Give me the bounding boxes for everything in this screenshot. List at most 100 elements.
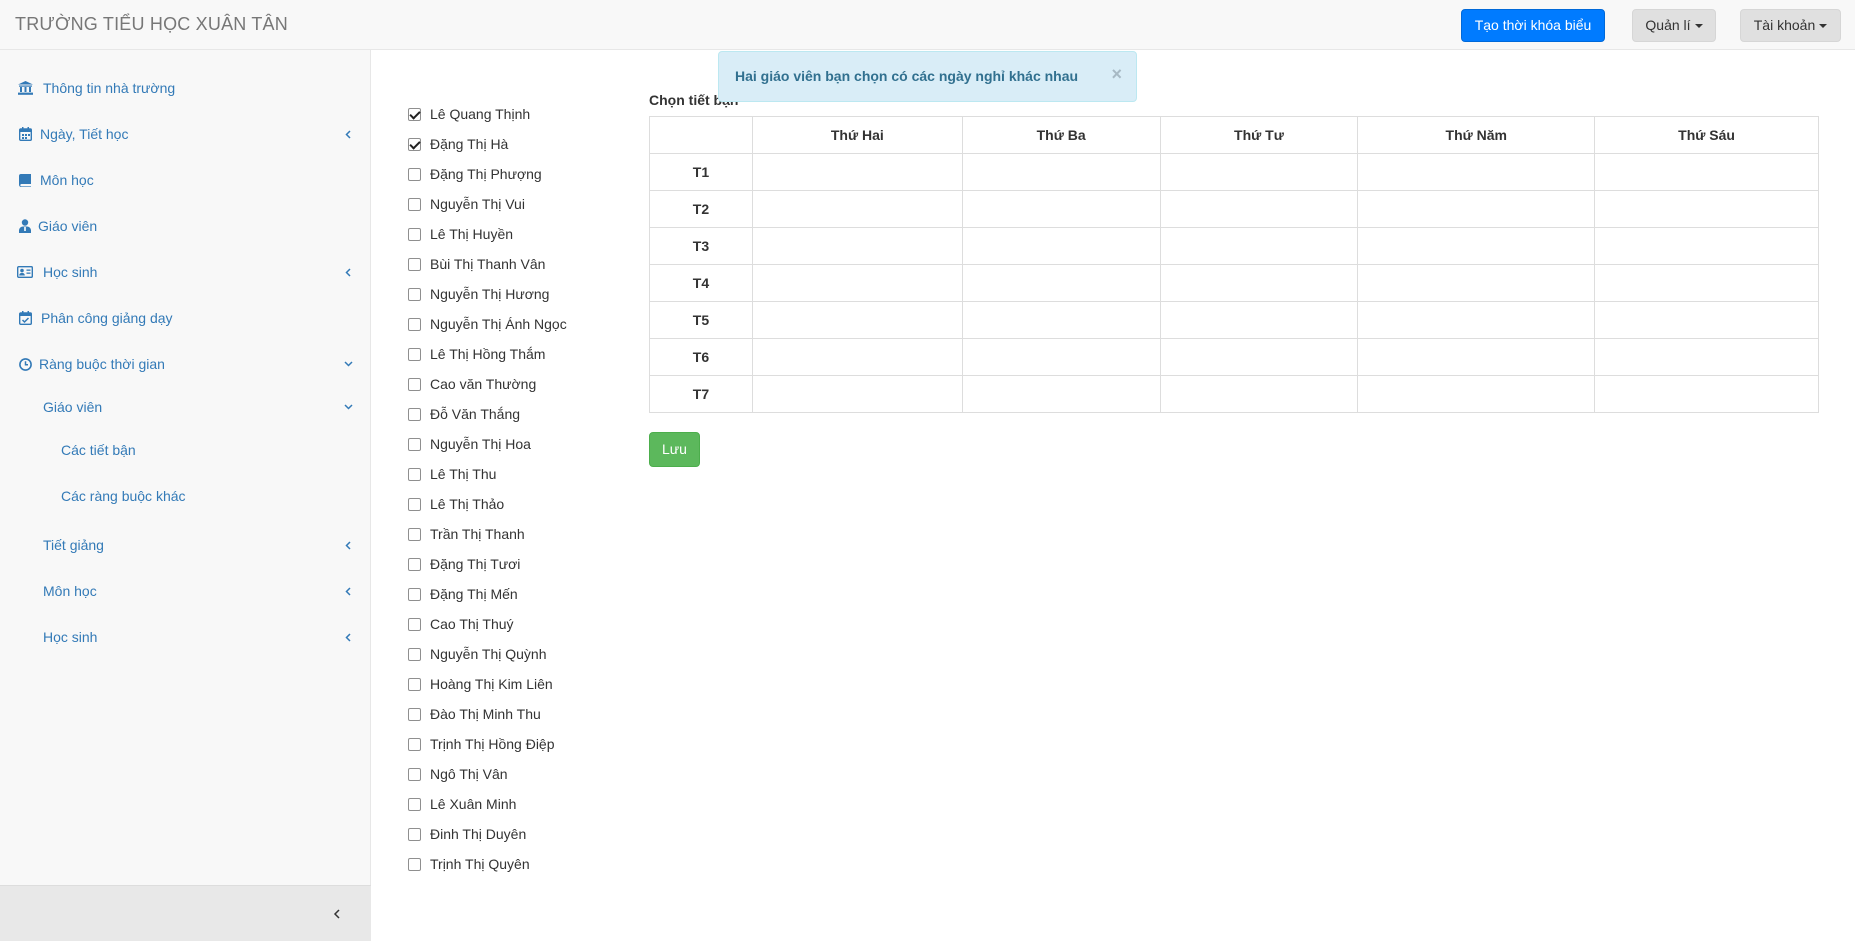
teacher-checkbox-row[interactable]: Đặng Thị Phượng [408,159,608,189]
teacher-checkbox[interactable] [408,587,421,601]
period-cell[interactable] [961,153,1161,191]
teacher-checkbox-row[interactable]: Lê Xuân Minh [408,789,608,819]
teacher-checkbox[interactable] [408,467,421,481]
teacher-checkbox[interactable] [408,317,421,331]
sidebar-subitem-subjects[interactable]: Môn học [0,573,371,609]
teacher-checkbox[interactable] [408,347,421,361]
teacher-checkbox[interactable] [408,167,421,181]
period-cell[interactable] [751,153,963,191]
teacher-checkbox-row[interactable]: Đinh Thị Duyên [408,819,608,849]
teacher-checkbox-row[interactable]: Đỗ Văn Thắng [408,399,608,429]
sidebar-item-school-info[interactable]: Thông tin nhà trường [0,70,371,106]
period-cell[interactable] [1357,301,1596,339]
sidebar-item-subjects[interactable]: Môn học [0,162,371,198]
teacher-checkbox-row[interactable]: Cao Thị Thuý [408,609,608,639]
period-cell[interactable] [1159,338,1359,376]
teacher-checkbox-row[interactable]: Hoàng Thị Kim Liên [408,669,608,699]
teacher-checkbox[interactable] [408,707,421,721]
period-cell[interactable] [1594,227,1819,265]
period-cell[interactable] [961,338,1161,376]
account-dropdown[interactable]: Tài khoản [1740,9,1841,42]
teacher-checkbox-row[interactable]: Nguyễn Thị Hương [408,279,608,309]
teacher-checkbox[interactable] [408,527,421,541]
sidebar-item-students[interactable]: Học sinh [0,254,371,290]
period-cell[interactable] [1357,264,1596,302]
period-cell[interactable] [1594,338,1819,376]
period-cell[interactable] [1357,375,1596,413]
period-cell[interactable] [1159,190,1359,228]
period-cell[interactable] [1159,375,1359,413]
period-cell[interactable] [961,264,1161,302]
period-cell[interactable] [1159,153,1359,191]
teacher-checkbox-row[interactable]: Ngô Thị Vân [408,759,608,789]
teacher-checkbox[interactable] [408,227,421,241]
teacher-checkbox-row[interactable]: Trần Thị Thanh [408,519,608,549]
teacher-checkbox[interactable] [408,737,421,751]
period-cell[interactable] [961,227,1161,265]
chevron-left-icon[interactable] [333,906,340,922]
period-cell[interactable] [751,264,963,302]
teacher-checkbox-row[interactable]: Đào Thị Minh Thu [408,699,608,729]
teacher-checkbox-row[interactable]: Cao văn Thường [408,369,608,399]
teacher-checkbox[interactable] [408,107,421,121]
teacher-checkbox-row[interactable]: Lê Thị Huyền [408,219,608,249]
teacher-checkbox[interactable] [408,797,421,811]
teacher-checkbox[interactable] [408,437,421,451]
sidebar-item-time-constraints[interactable]: Ràng buộc thời gian [0,346,371,382]
sidebar-item-teaching-assignment[interactable]: Phân công giảng dạy [0,300,371,336]
period-cell[interactable] [1594,375,1819,413]
teacher-checkbox-row[interactable]: Lê Thị Thảo [408,489,608,519]
period-cell[interactable] [1357,227,1596,265]
manage-dropdown[interactable]: Quản lí [1632,9,1716,42]
teacher-checkbox[interactable] [408,287,421,301]
period-cell[interactable] [751,227,963,265]
teacher-checkbox-row[interactable]: Nguyễn Thị Vui [408,189,608,219]
sidebar-subitem-other-constraints[interactable]: Các ràng buộc khác [0,478,371,514]
sidebar-subitem-teachers[interactable]: Giáo viên [0,389,371,425]
teacher-checkbox-row[interactable]: Đặng Thị Mến [408,579,608,609]
save-button[interactable]: Lưu [649,432,700,467]
sidebar-item-days-periods[interactable]: Ngày, Tiết học [0,116,371,152]
period-cell[interactable] [751,338,963,376]
sidebar-subitem-busy-periods[interactable]: Các tiết bận [0,432,371,468]
teacher-checkbox-row[interactable]: Đặng Thị Hà [408,129,608,159]
create-timetable-button[interactable]: Tạo thời khóa biểu [1461,9,1605,42]
teacher-checkbox[interactable] [408,377,421,391]
teacher-checkbox-row[interactable]: Trịnh Thị Quyên [408,849,608,879]
teacher-checkbox-row[interactable]: Lê Thị Thu [408,459,608,489]
teacher-checkbox[interactable] [408,557,421,571]
period-cell[interactable] [961,190,1161,228]
teacher-checkbox[interactable] [408,407,421,421]
period-cell[interactable] [1357,153,1596,191]
close-icon[interactable]: × [1111,64,1122,85]
teacher-checkbox-row[interactable]: Nguyễn Thị Quỳnh [408,639,608,669]
period-cell[interactable] [751,375,963,413]
sidebar-subitem-lessons[interactable]: Tiết giảng [0,527,371,563]
teacher-checkbox[interactable] [408,677,421,691]
period-cell[interactable] [1594,153,1819,191]
period-cell[interactable] [1357,190,1596,228]
period-cell[interactable] [961,301,1161,339]
teacher-checkbox-row[interactable]: Lê Thị Hồng Thắm [408,339,608,369]
period-cell[interactable] [1357,338,1596,376]
sidebar-subitem-students[interactable]: Học sinh [0,619,371,655]
teacher-checkbox-row[interactable]: Đặng Thị Tươi [408,549,608,579]
sidebar-item-teachers[interactable]: Giáo viên [0,208,371,244]
teacher-checkbox-row[interactable]: Nguyễn Thị Hoa [408,429,608,459]
period-cell[interactable] [751,301,963,339]
teacher-checkbox[interactable] [408,767,421,781]
sidebar-collapse-bar[interactable] [0,885,371,941]
period-cell[interactable] [1159,264,1359,302]
teacher-checkbox-row[interactable]: Nguyễn Thị Ánh Ngọc [408,309,608,339]
period-cell[interactable] [1159,301,1359,339]
period-cell[interactable] [1594,190,1819,228]
teacher-checkbox[interactable] [408,137,421,151]
teacher-checkbox[interactable] [408,497,421,511]
teacher-checkbox-row[interactable]: Bùi Thị Thanh Vân [408,249,608,279]
period-cell[interactable] [1594,264,1819,302]
teacher-checkbox-row[interactable]: Trịnh Thị Hồng Điệp [408,729,608,759]
period-cell[interactable] [751,190,963,228]
teacher-checkbox[interactable] [408,257,421,271]
teacher-checkbox[interactable] [408,197,421,211]
period-cell[interactable] [1159,227,1359,265]
